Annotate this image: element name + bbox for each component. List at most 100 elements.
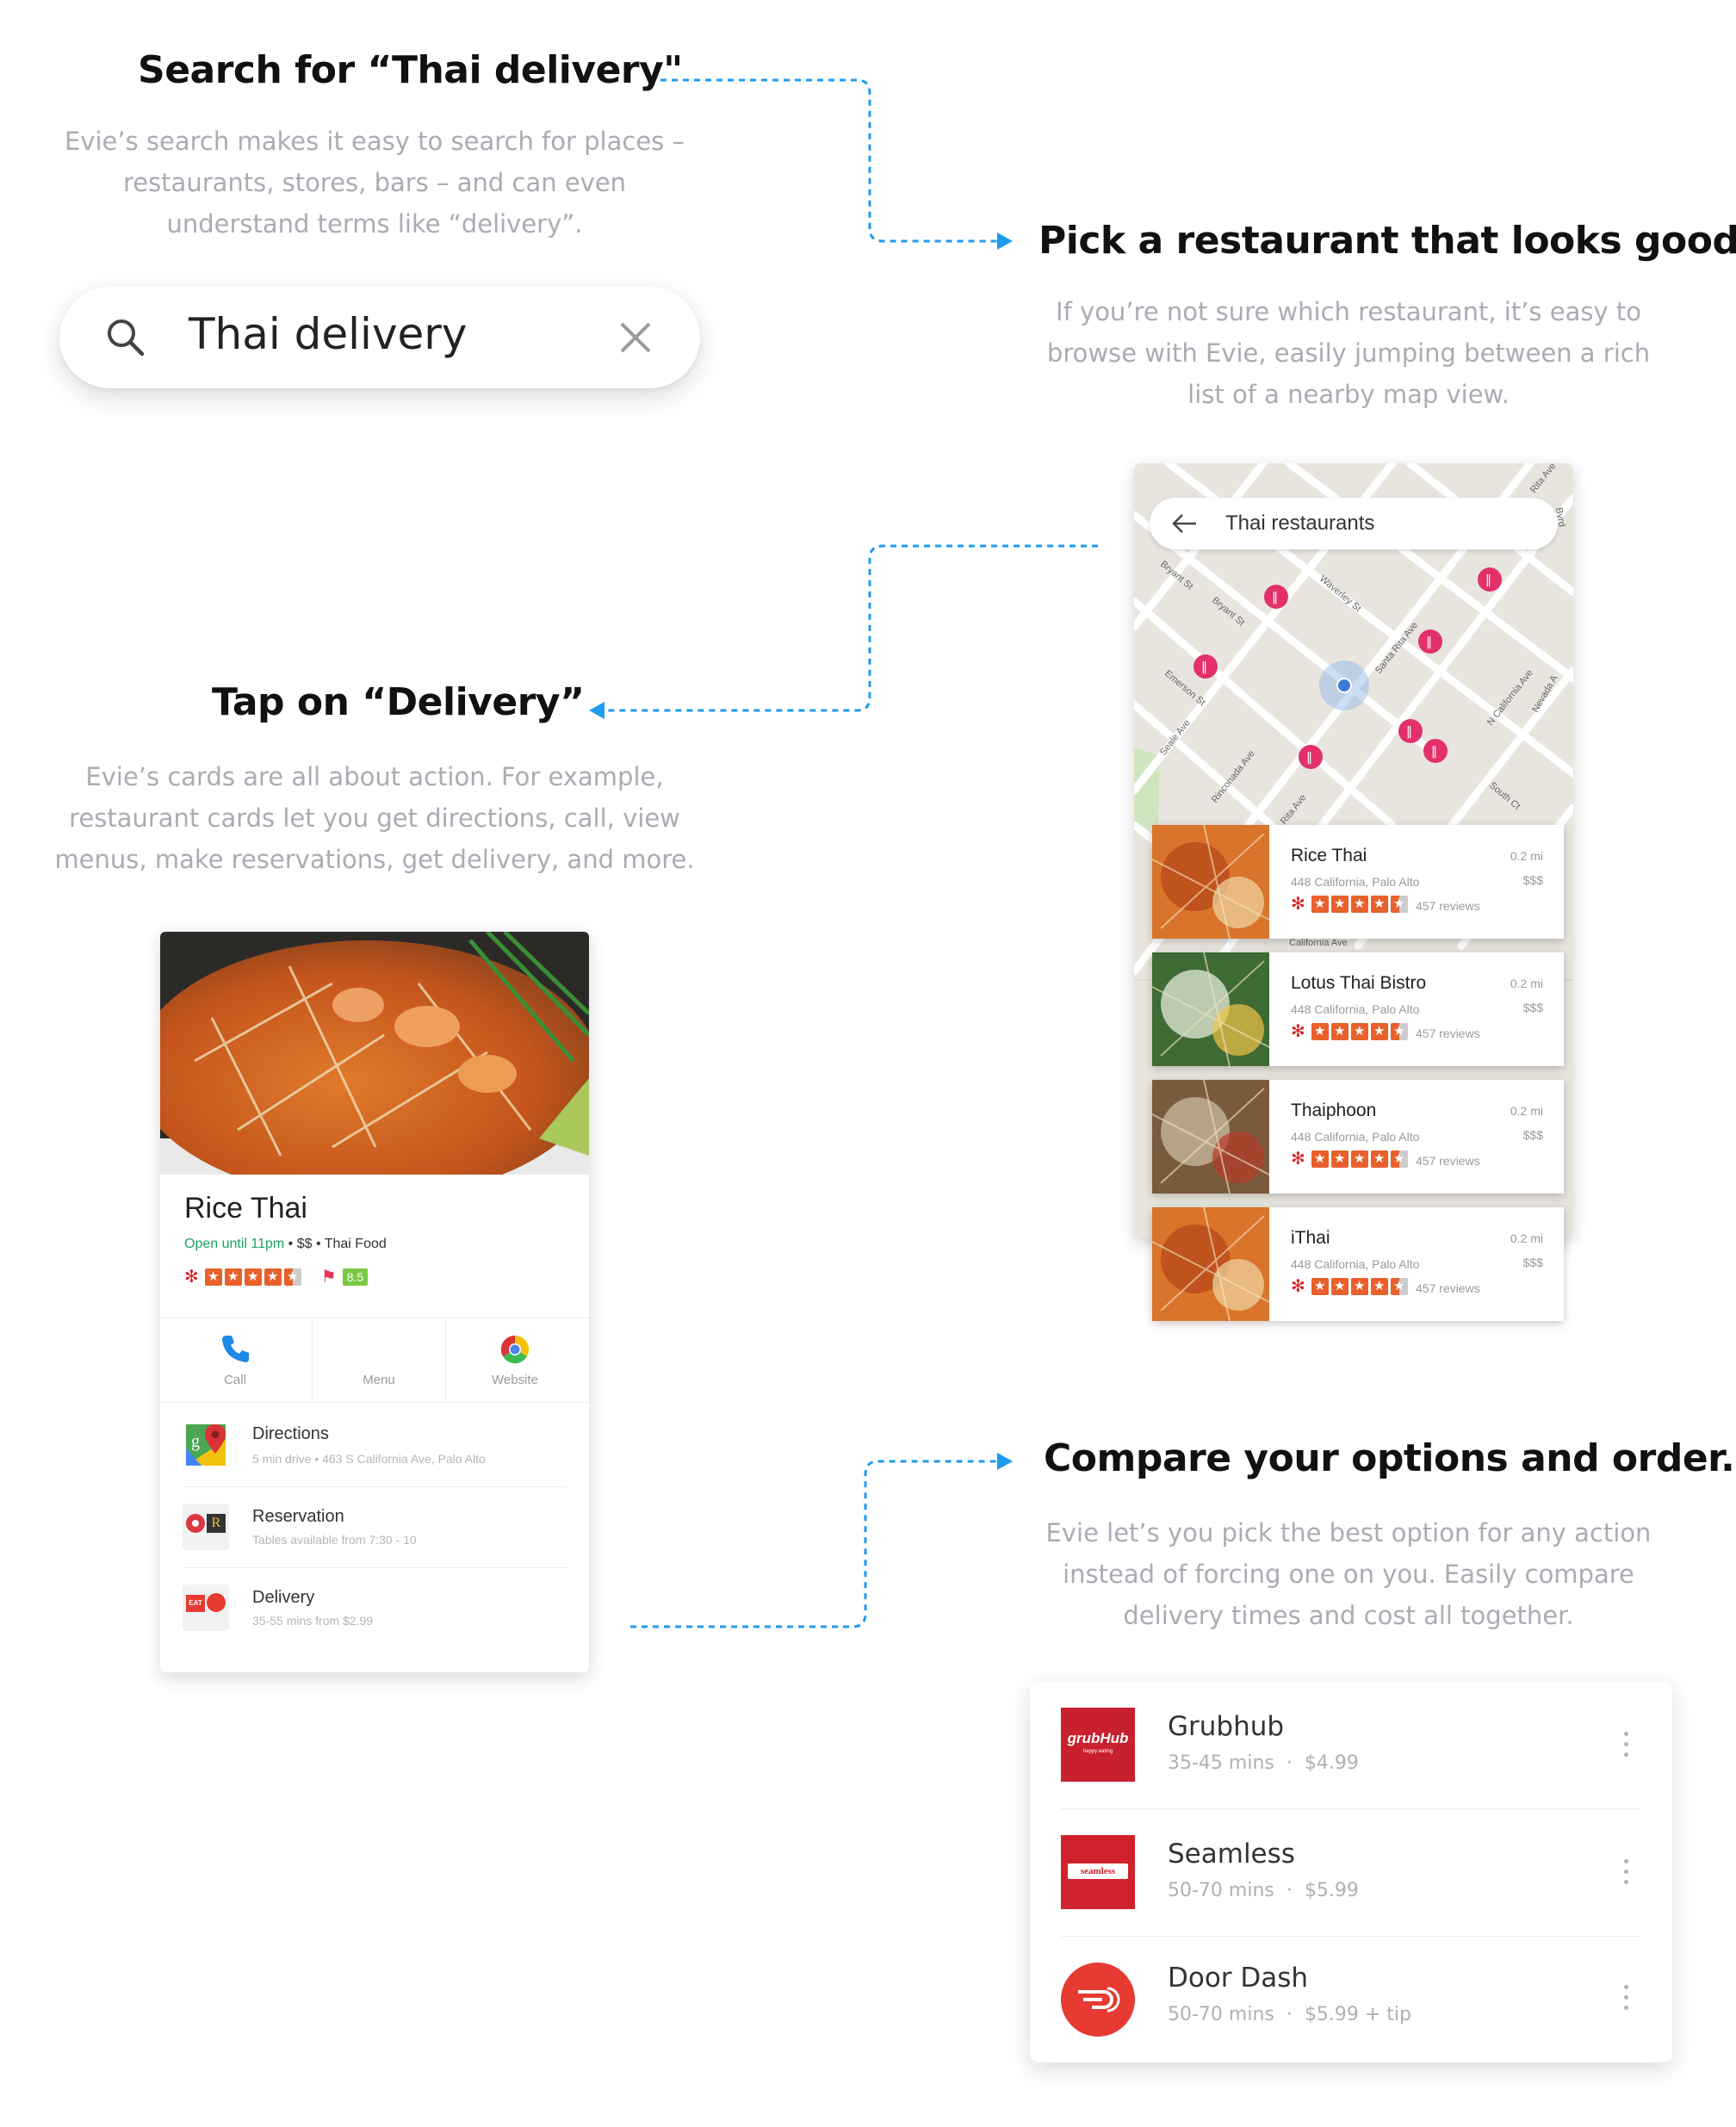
star-icon: ★	[1350, 1278, 1368, 1295]
rating-stars: ✻ ★ ★ ★ ★ ★	[1291, 1023, 1408, 1040]
star-icon: ★	[204, 1268, 222, 1286]
divider	[312, 1318, 313, 1402]
opentable-logo-text: R	[207, 1514, 226, 1533]
star-icon: ★	[1350, 896, 1368, 913]
open-hours: Open until 11pm	[184, 1237, 285, 1251]
provider-name: Grubhub	[1168, 1711, 1285, 1742]
price-level: $$	[296, 1237, 313, 1251]
restaurant-address: 448 California, Palo Alto	[1291, 1130, 1420, 1144]
grubhub-logo-text: grubHub	[1067, 1730, 1129, 1746]
rating-stars: ✻ ★ ★ ★ ★ ★	[1291, 896, 1408, 913]
restaurant-price: $$$	[1522, 1256, 1543, 1269]
directions-row[interactable]: g Directions 5 min drive • 463 S Califor…	[160, 1404, 589, 1486]
provider-row-doordash[interactable]: Door Dash 50-70 mins · $5.99 + tip	[1030, 1937, 1672, 2062]
provider-name: Seamless	[1168, 1839, 1295, 1870]
svg-text:‖: ‖	[1485, 574, 1491, 587]
menu-button[interactable]: Menu	[319, 1318, 439, 1402]
grubhub-logo: grubHub happy eating	[1061, 1708, 1135, 1782]
star-icon: ★	[1370, 1023, 1388, 1040]
foursquare-icon: ⚑	[320, 1268, 337, 1287]
restaurant-name: Rice Thai	[184, 1192, 307, 1225]
website-button[interactable]: Website	[455, 1318, 575, 1402]
star-icon: ★	[1311, 896, 1329, 913]
provider-row-seamless[interactable]: seamless Seamless 50-70 mins · $5.99	[1030, 1809, 1672, 1936]
star-icon: ★	[1330, 1023, 1348, 1040]
clear-icon[interactable]	[619, 321, 652, 354]
search-bar[interactable]: Thai delivery	[59, 287, 700, 388]
star-icon: ★	[1350, 1023, 1368, 1040]
review-count: 457 reviews	[1416, 1026, 1480, 1040]
restaurant-meta: Open until 11pm • $$ • Thai Food	[184, 1237, 387, 1252]
restaurant-photo	[1152, 1080, 1269, 1194]
separator: •	[315, 1237, 325, 1251]
delivery-subtitle: 35-55 mins from $2.99	[252, 1614, 374, 1628]
ratings-row: ✻ ★ ★ ★ ★ ★ ⚑ 8.5	[184, 1266, 369, 1287]
star-icon: ★	[1370, 1278, 1388, 1295]
svg-text:‖: ‖	[1426, 636, 1432, 649]
rating-stars: ✻ ★ ★ ★ ★ ★	[1291, 1150, 1408, 1168]
star-icon: ★	[1330, 896, 1348, 913]
eat24-icon: EAT	[183, 1584, 229, 1631]
divider	[184, 1486, 567, 1487]
restaurant-card[interactable]: iThai 448 California, Palo Alto 0.2 mi $$$ ✻…	[1152, 1207, 1564, 1321]
provider-details: 50-70 mins · $5.99 + tip	[1168, 2004, 1411, 2025]
restaurant-card[interactable]: Lotus Thai Bistro 448 California, Palo Al…	[1152, 952, 1564, 1066]
step1-description: Evie’s search makes it easy to search fo…	[34, 121, 715, 245]
provider-row-grubhub[interactable]: grubHub happy eating Grubhub 35-45 mins …	[1030, 1682, 1672, 1808]
restaurant-photo	[1152, 952, 1269, 1066]
map-search-bar[interactable]: Thai restaurants	[1150, 498, 1558, 549]
svg-text:‖: ‖	[1306, 751, 1312, 765]
restaurant-name: Thaiphoon	[1291, 1101, 1377, 1120]
restaurant-card[interactable]: Rice Thai 448 California, Palo Alto 0.2 mi…	[1152, 825, 1564, 939]
step4-desc-line: Evie let’s you pick the best option for …	[1045, 1518, 1652, 1547]
more-options-icon[interactable]	[1624, 1732, 1629, 1763]
delivery-row[interactable]: EAT Delivery 35-55 mins from $2.99	[160, 1569, 589, 1652]
yelp-icon: ✻	[184, 1267, 199, 1287]
provider-name: Door Dash	[1168, 1963, 1309, 1994]
star-icon: ★	[224, 1268, 242, 1286]
star-icon: ★	[1311, 1278, 1329, 1295]
yelp-icon: ✻	[1291, 1277, 1305, 1296]
restaurant-photo	[1152, 1207, 1269, 1321]
star-icon: ★	[244, 1268, 262, 1286]
reservation-row[interactable]: R Reservation Tables available from 7:30…	[160, 1488, 589, 1567]
step2-desc-line: list of a nearby map view.	[1187, 380, 1510, 409]
more-options-icon[interactable]	[1624, 1985, 1629, 2016]
star-icon: ★	[1390, 1023, 1408, 1040]
restaurant-distance: 0.2 mi	[1510, 1231, 1543, 1245]
review-count: 457 reviews	[1416, 1154, 1480, 1168]
restaurant-card[interactable]: Thaiphoon 448 California, Palo Alto 0.2 mi…	[1152, 1080, 1564, 1194]
restaurant-address: 448 California, Palo Alto	[1291, 1257, 1420, 1271]
step2-desc-line: browse with Evie, easily jumping between…	[1046, 338, 1651, 368]
restaurant-address: 448 California, Palo Alto	[1291, 875, 1420, 889]
reservation-title: Reservation	[252, 1507, 344, 1526]
restaurant-name: Lotus Thai Bistro	[1291, 973, 1427, 993]
doordash-icon	[1078, 1987, 1120, 2012]
step1-desc-line: restaurants, stores, bars – and can even	[122, 168, 627, 197]
yelp-icon: ✻	[1291, 895, 1305, 914]
reservation-subtitle: Tables available from 7:30 - 10	[252, 1533, 417, 1547]
step1-desc-line: Evie’s search makes it easy to search fo…	[64, 127, 685, 156]
star-icon: ★	[264, 1268, 282, 1286]
back-arrow-icon[interactable]	[1172, 513, 1198, 534]
call-button[interactable]: Call	[175, 1318, 295, 1402]
more-options-icon[interactable]	[1624, 1859, 1629, 1890]
step1-title: Search for “Thai delivery"	[138, 48, 683, 92]
provider-details: 50-70 mins · $5.99	[1168, 1880, 1359, 1901]
grubhub-logo-subtext: happy eating	[1082, 1749, 1113, 1754]
google-maps-icon: g	[186, 1424, 226, 1466]
restaurant-detail-card[interactable]: Rice Thai Open until 11pm • $$ • Thai Fo…	[160, 932, 589, 1672]
restaurant-distance: 0.2 mi	[1510, 977, 1543, 990]
star-icon: ★	[1350, 1150, 1368, 1168]
opentable-icon: R	[183, 1504, 229, 1550]
street-label: California Ave	[1289, 938, 1348, 948]
cuisine: Thai Food	[324, 1237, 387, 1251]
directions-subtitle: 5 min drive • 463 S California Ave, Palo…	[252, 1452, 486, 1466]
search-icon	[108, 319, 145, 357]
yelp-icon: ✻	[1291, 1150, 1305, 1169]
separator: •	[288, 1237, 297, 1251]
restaurant-distance: 0.2 mi	[1510, 1104, 1543, 1118]
search-input[interactable]: Thai delivery	[189, 309, 467, 359]
star-icon: ★	[283, 1268, 301, 1286]
divider	[445, 1318, 446, 1402]
